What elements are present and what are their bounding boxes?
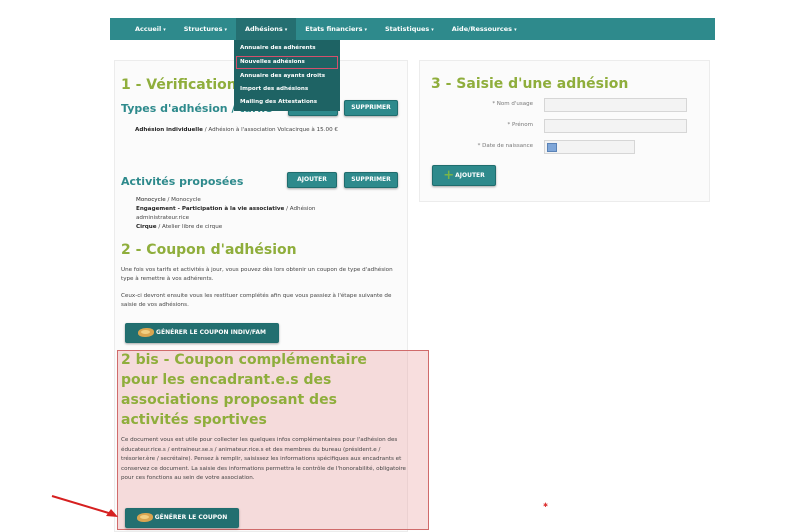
button-label: GÉNÉRER LE COUPON xyxy=(154,514,228,521)
nav-aide-ressources[interactable]: Aide/Ressources ▾ xyxy=(443,18,526,40)
activity-name: Cirque xyxy=(136,224,157,230)
tariff-detail: / Adhésion à l'association Volcacirque à… xyxy=(202,127,338,133)
calendar-icon[interactable] xyxy=(547,143,557,152)
prenom-label: * Prénom xyxy=(507,122,533,128)
delete-activity-button[interactable]: SUPPRIMER xyxy=(344,172,398,188)
red-arrow-icon xyxy=(51,495,118,517)
section-2-title: 2 - Coupon d'adhésion xyxy=(121,242,297,258)
nav-label: Structures xyxy=(183,25,223,33)
coupon-paragraph-1: Une fois vos tarifs et activités à jour,… xyxy=(121,267,393,282)
nav-label: Aide/Ressources xyxy=(451,25,513,33)
list-item: Cirque / Atelier libre de cirque xyxy=(136,223,366,232)
chevron-down-icon: ▾ xyxy=(224,27,227,33)
activity-list: Monocycle / Monocycle Engagement - Parti… xyxy=(136,196,366,232)
nav-label: Statistiques xyxy=(384,25,430,33)
menu-item-annuaire-ayants-droits[interactable]: Annuaire des ayants droits xyxy=(234,70,340,83)
ajouter-adhesion-button[interactable]: +AJOUTER xyxy=(432,165,496,186)
section-2bis-title: 2 bis - Coupon complémentaire pour les e… xyxy=(121,352,367,428)
prenom-input[interactable] xyxy=(544,119,687,133)
tariff-line: Adhésion individuelle / Adhésion à l'ass… xyxy=(135,126,405,135)
chevron-down-icon: ▾ xyxy=(284,27,288,33)
button-label: AJOUTER xyxy=(455,172,485,179)
chevron-down-icon: ▾ xyxy=(364,27,367,33)
tariff-name: Adhésion individuelle xyxy=(135,127,203,133)
activity-detail: / Atelier libre de cirque xyxy=(156,224,223,230)
red-dot-icon: ✱ xyxy=(543,502,549,509)
generate-coupon-indiv-button[interactable]: GÉNÉRER LE COUPON INDIV/FAM xyxy=(125,323,279,343)
nav-label: Etats financiers xyxy=(305,25,363,33)
nav-statistiques[interactable]: Statistiques ▾ xyxy=(376,18,443,40)
delete-type-button[interactable]: SUPPRIMER xyxy=(344,100,398,116)
button-label: GÉNÉRER LE COUPON INDIV/FAM xyxy=(156,329,266,336)
nom-usage-input[interactable] xyxy=(544,98,687,112)
menu-item-nouvelles-adhesions[interactable]: Nouvelles adhésions xyxy=(236,56,338,69)
nav-adhesions[interactable]: Adhésions ▾ xyxy=(235,18,297,40)
generate-coupon-button[interactable]: GÉNÉRER LE COUPON xyxy=(125,508,239,528)
add-activity-button[interactable]: AJOUTER xyxy=(287,172,337,188)
activities-title: Activités proposées xyxy=(121,175,244,188)
menu-item-annuaire-adherents[interactable]: Annuaire des adhérents xyxy=(234,42,340,55)
chevron-down-icon: ▾ xyxy=(163,27,166,33)
adhesions-dropdown: Annuaire des adhérents Nouvelles adhésio… xyxy=(234,40,340,111)
nav-accueil[interactable]: Accueil ▾ xyxy=(126,18,175,40)
list-item: Engagement - Participation à la vie asso… xyxy=(136,205,366,223)
activity-name: Engagement - Participation à la vie asso… xyxy=(136,206,285,212)
chevron-down-icon: ▾ xyxy=(431,27,434,33)
activity-name: Monocycle xyxy=(136,197,166,203)
plus-icon: + xyxy=(443,167,455,183)
main-navbar: Accueil ▾ Structures ▾ Adhésions ▾ Etats fi… xyxy=(110,18,715,40)
date-naissance-input[interactable] xyxy=(544,140,635,154)
coupon-paragraph-2: Ceux-ci devront ensuite vous les restitu… xyxy=(121,293,392,308)
chevron-down-icon: ▾ xyxy=(514,27,517,33)
nom-label: * Nom d'usage xyxy=(492,101,533,107)
nav-etats-financiers[interactable]: Etats financiers ▾ xyxy=(296,18,376,40)
activity-detail: / Monocycle xyxy=(165,197,201,203)
list-item: Monocycle / Monocycle xyxy=(136,196,366,205)
ticket-icon xyxy=(138,328,155,337)
ticket-icon xyxy=(136,513,153,522)
naissance-label: * Date de naissance xyxy=(477,143,533,149)
nav-label: Accueil xyxy=(135,25,162,33)
section-2bis-text: Ce document vous est utile pour collecte… xyxy=(121,437,406,481)
menu-item-mailing-attestations[interactable]: Mailing des Attestations xyxy=(234,96,340,109)
nav-label: Adhésions xyxy=(244,25,283,33)
menu-item-import-adhesions[interactable]: Import des adhésions xyxy=(234,83,340,96)
nav-structures[interactable]: Structures ▾ xyxy=(175,18,236,40)
section-3-title: 3 - Saisie d'une adhésion xyxy=(431,76,629,92)
